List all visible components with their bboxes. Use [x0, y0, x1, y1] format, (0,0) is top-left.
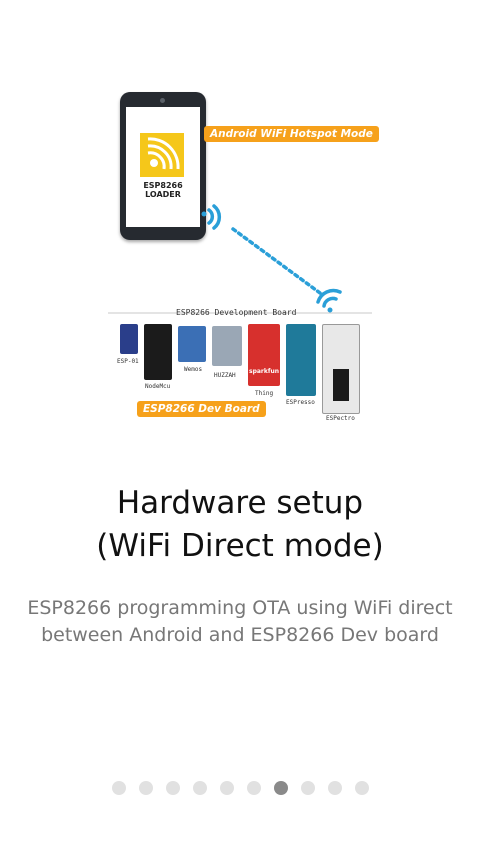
espectro-board — [322, 324, 360, 414]
page-dot[interactable] — [192, 781, 207, 795]
board-label-thing: Thing — [255, 390, 274, 397]
page-dot[interactable] — [219, 781, 234, 795]
page-title-line2: (WiFi Direct mode) — [96, 528, 384, 564]
hardware-setup-illustration: ESP8266 LOADER Android WiFi Hotspot Mode… — [108, 88, 379, 424]
wifi-dotted-link — [231, 227, 322, 295]
board-label-espresso: ESPresso — [286, 399, 315, 406]
board-label-wemos: Wemos — [184, 366, 203, 373]
thing-board: sparkfun — [248, 324, 280, 386]
page-dot[interactable] — [138, 781, 153, 795]
huzzah-board — [212, 326, 242, 366]
sparkfun-logo: sparkfun — [249, 368, 280, 375]
espresso-board — [286, 324, 316, 396]
board-wifi-icon — [316, 288, 342, 313]
page-indicator — [0, 780, 480, 796]
esp01-board — [120, 324, 138, 354]
page-dot[interactable] — [111, 781, 126, 795]
board-label-esp01: ESP-01 — [117, 358, 139, 365]
page-dot[interactable] — [300, 781, 315, 795]
wemos-board — [178, 326, 206, 362]
nodemcu-board — [144, 324, 172, 380]
page-dot[interactable] — [246, 781, 261, 795]
dev-board-tag: ESP8266 Dev Board — [137, 401, 266, 417]
page-description: ESP8266 programming OTA using WiFi direc… — [27, 597, 453, 646]
phone-wifi-icon — [201, 204, 222, 230]
board-label-nodemcu: NodeMcu — [145, 383, 171, 390]
page-title: Hardware setup (WiFi Direct mode) — [0, 482, 480, 568]
board-label-huzzah: HUZZAH — [214, 372, 236, 379]
page-dot[interactable] — [165, 781, 180, 795]
page-dot[interactable] — [327, 781, 342, 795]
board-label-espectro: ESPectro — [326, 415, 355, 422]
page-dot[interactable] — [354, 781, 369, 795]
page-dot-active[interactable] — [273, 781, 288, 795]
page-title-line1: Hardware setup — [116, 485, 364, 521]
board-section-title: ESP8266 Development Board — [176, 308, 297, 317]
